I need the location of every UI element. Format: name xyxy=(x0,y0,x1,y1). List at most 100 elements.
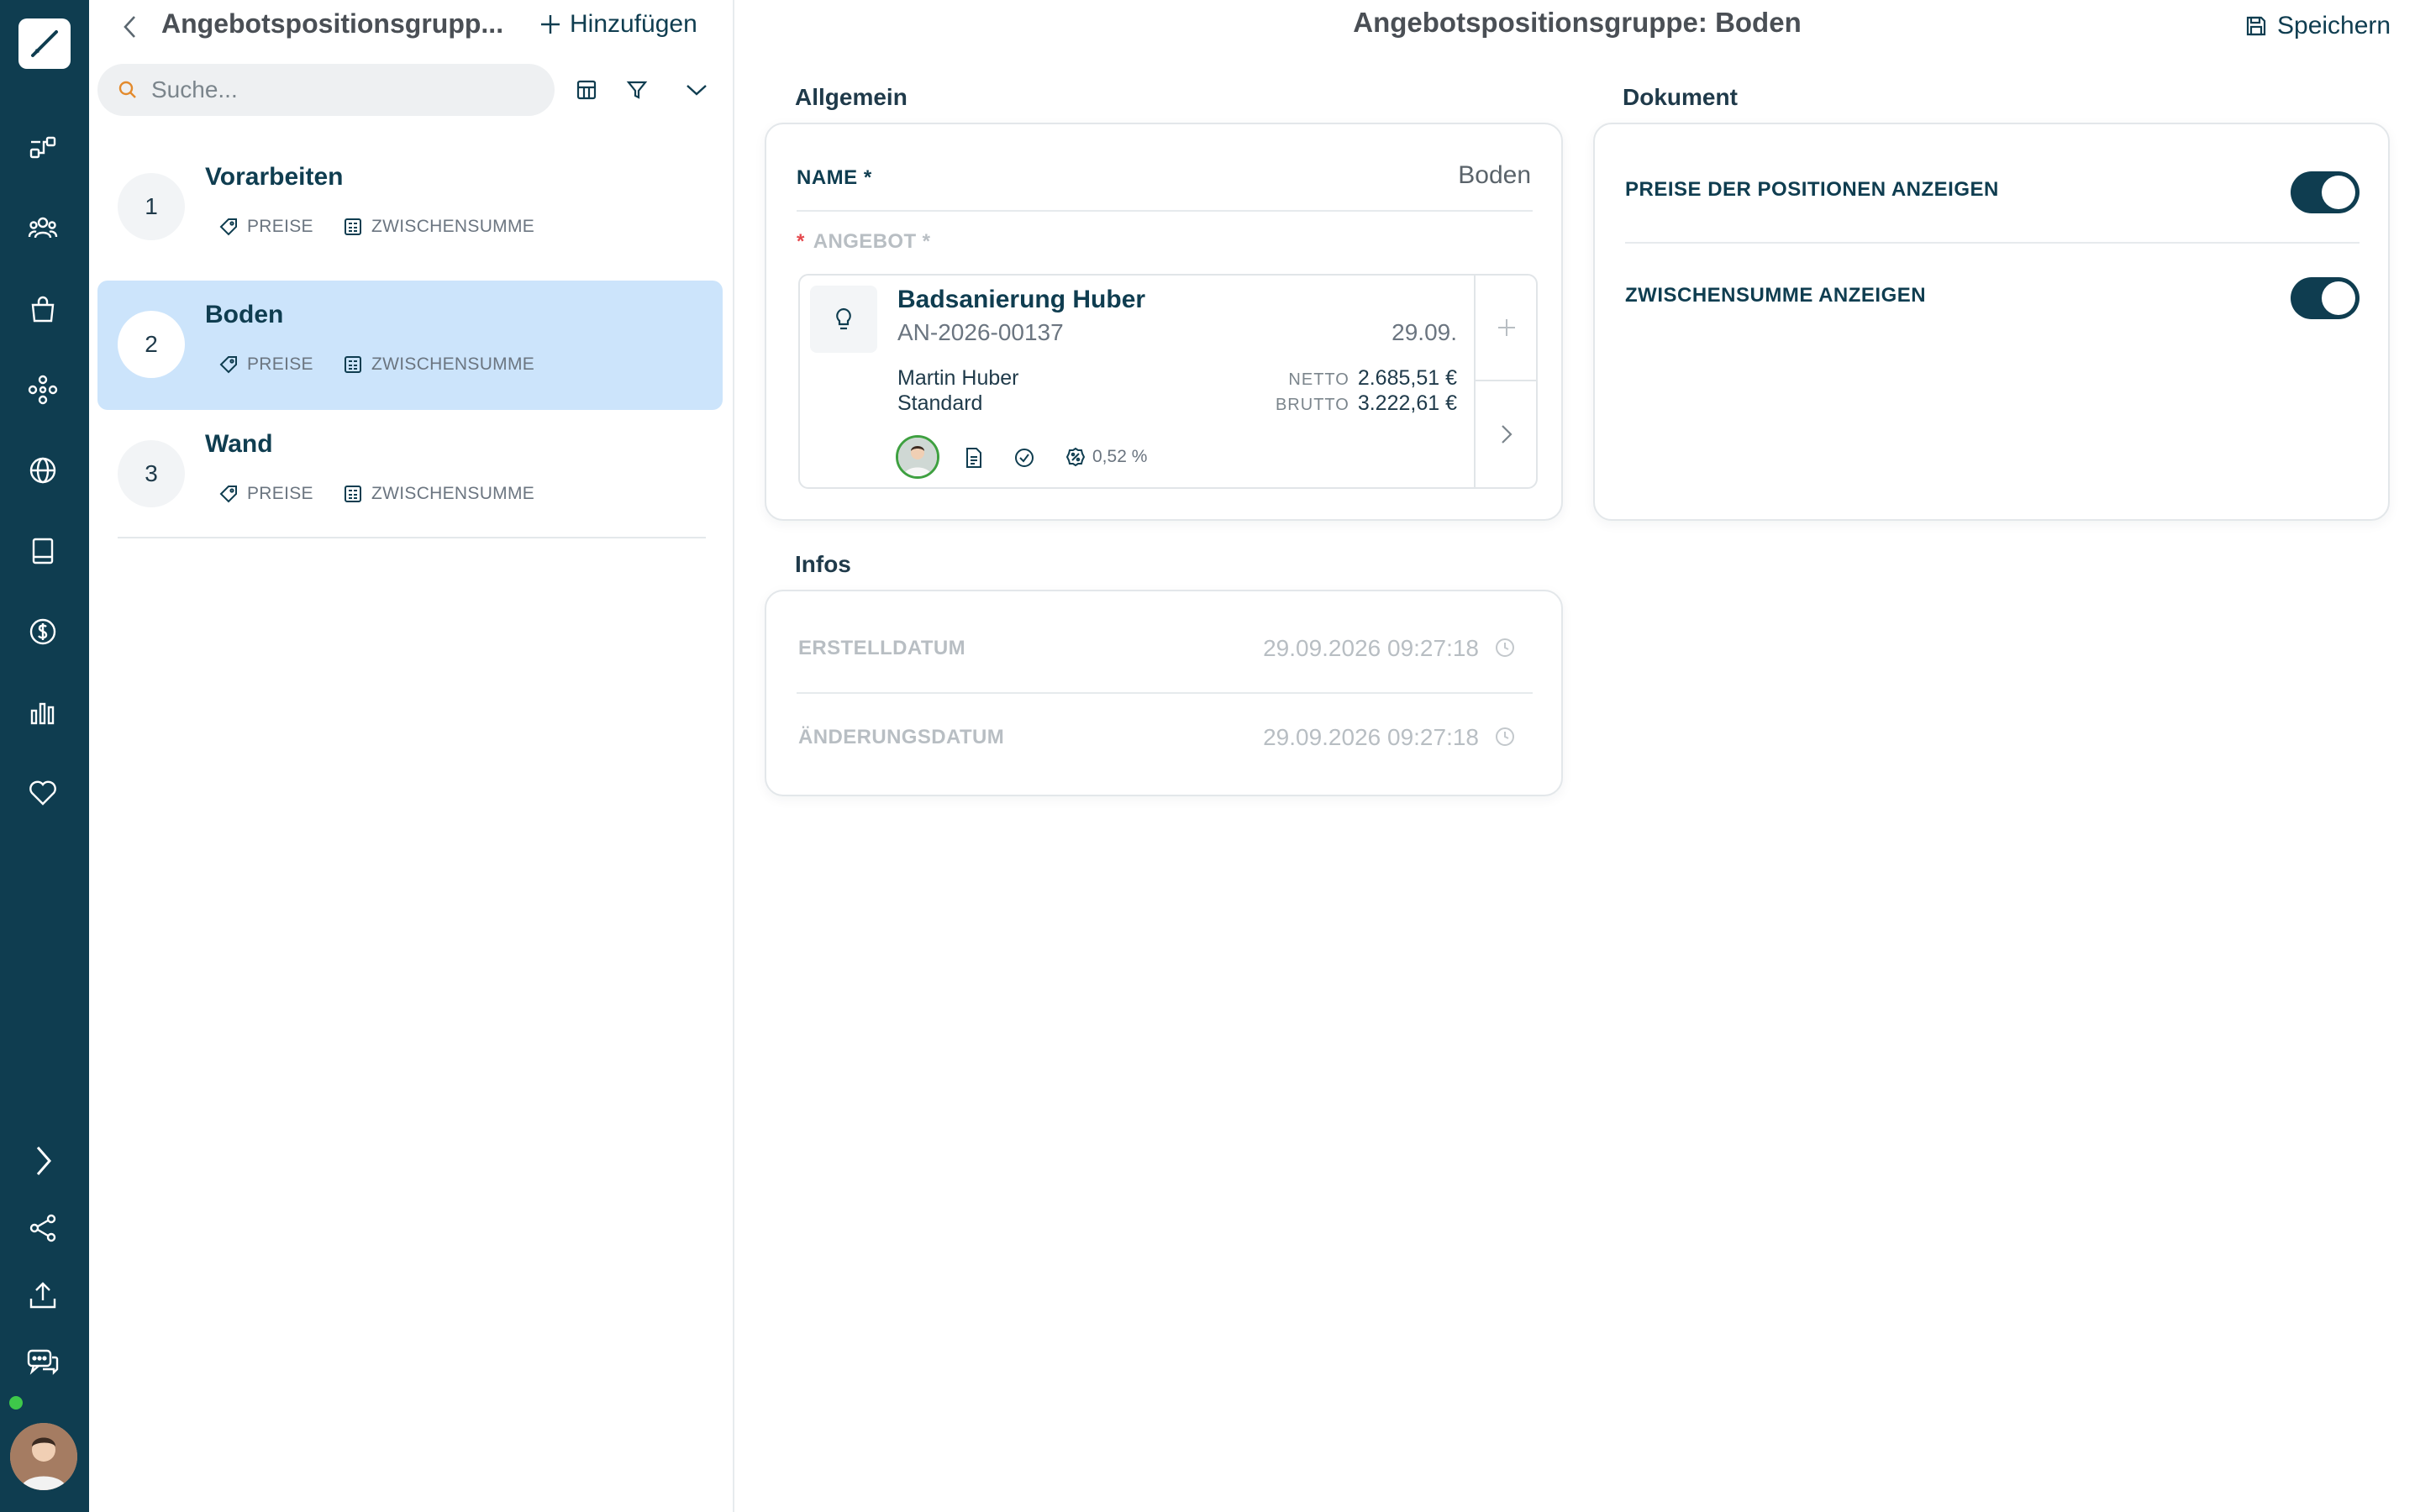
chevron-down-icon[interactable] xyxy=(679,72,714,108)
field-divider xyxy=(797,210,1533,212)
field-divider xyxy=(797,692,1533,694)
list-divider xyxy=(118,537,706,538)
general-card: NAME * Boden * ANGEBOT * Badsanierung Hu… xyxy=(765,123,1563,521)
offer-open-button[interactable] xyxy=(1477,381,1536,487)
offer-card[interactable]: Badsanierung Huber AN-2026-00137 29.09. … xyxy=(798,274,1538,489)
discount-badge: 0,52 % xyxy=(1065,447,1147,467)
organization-icon[interactable] xyxy=(21,126,65,170)
offer-number: AN-2026-00137 xyxy=(897,319,1064,345)
changed-date-label: ÄNDERUNGSDATUM xyxy=(798,726,1005,748)
search-icon xyxy=(118,81,136,98)
offer-title: Badsanierung Huber xyxy=(897,286,1146,313)
prices-tag-label: PREISE xyxy=(247,354,313,374)
list-title: Angebotspositionsgrupp... xyxy=(161,8,504,39)
table-view-icon[interactable] xyxy=(569,72,604,108)
item-number: 3 xyxy=(118,440,185,507)
section-title-document: Dokument xyxy=(1623,84,1738,110)
user-avatar[interactable] xyxy=(10,1423,77,1490)
tag-icon xyxy=(219,356,237,374)
network-icon[interactable] xyxy=(21,368,65,412)
name-field-value[interactable]: Boden xyxy=(1458,161,1531,190)
chat-icon[interactable] xyxy=(21,1341,65,1384)
item-name: Wand xyxy=(205,430,273,458)
discount-percent: 0,52 % xyxy=(1092,447,1148,466)
offer-actions-divider xyxy=(1474,276,1476,487)
share-icon[interactable] xyxy=(21,1206,65,1250)
clock-icon xyxy=(1494,637,1516,659)
document-card: PREISE DER POSITIONEN ANZEIGEN ZWISCHENS… xyxy=(1593,123,2390,521)
document-icon xyxy=(965,447,983,469)
list-item[interactable]: 2 Boden PREISE ZWISCHENSUMME xyxy=(97,281,723,410)
shopping-bag-icon[interactable] xyxy=(21,287,65,331)
plus-icon xyxy=(541,15,560,34)
page-title: Angebotspositionsgruppe: Boden xyxy=(1353,7,1802,38)
add-button-label: Hinzufügen xyxy=(570,10,697,38)
logo-icon[interactable] xyxy=(18,18,71,69)
field-divider xyxy=(1625,242,2360,244)
show-prices-label: PREISE DER POSITIONEN ANZEIGEN xyxy=(1625,178,1999,201)
users-icon[interactable] xyxy=(21,207,65,250)
chevron-right-icon xyxy=(1502,425,1512,444)
section-title-general: Allgemein xyxy=(795,84,908,110)
subtotal-tag-label: ZWISCHENSUMME xyxy=(371,354,535,374)
chevron-right-icon[interactable] xyxy=(21,1139,65,1183)
app-sidebar xyxy=(0,0,89,1512)
show-subtotal-toggle[interactable] xyxy=(2291,277,2360,319)
brutto-label: BRUTTO xyxy=(1275,396,1349,414)
show-prices-toggle[interactable] xyxy=(2291,171,2360,213)
required-mark: * xyxy=(797,230,805,253)
check-circle-icon xyxy=(1013,447,1035,469)
show-subtotal-label: ZWISCHENSUMME ANZEIGEN xyxy=(1625,284,1927,307)
brutto-value: 3.222,61 € xyxy=(1357,391,1457,415)
created-date-value: 29.09.2026 09:27:18 xyxy=(1263,635,1479,661)
bar-chart-icon[interactable] xyxy=(21,690,65,734)
list-item[interactable]: 1 Vorarbeiten PREISE ZWISCHENSUMME xyxy=(97,143,723,272)
offer-brutto: BRUTTO 3.222,61 € xyxy=(1276,391,1457,416)
offer-add-button[interactable] xyxy=(1477,276,1536,380)
prices-tag-label: PREISE xyxy=(247,484,313,503)
prices-tag: PREISE xyxy=(218,484,313,504)
globe-icon[interactable] xyxy=(21,449,65,492)
assignee-avatar[interactable] xyxy=(896,435,939,479)
subtotal-tag-label: ZWISCHENSUMME xyxy=(371,484,535,503)
item-number: 2 xyxy=(118,311,185,378)
offer-field-label-row: * ANGEBOT * xyxy=(797,230,930,254)
search-input[interactable] xyxy=(151,76,521,103)
changed-date-value: 29.09.2026 09:27:18 xyxy=(1263,724,1479,750)
save-button-label: Speichern xyxy=(2277,12,2391,39)
upload-icon[interactable] xyxy=(21,1273,65,1317)
offer-type: Standard xyxy=(897,391,983,415)
subtotal-tag: ZWISCHENSUMME xyxy=(343,217,534,237)
group-list-panel: Angebotspositionsgrupp... Hinzufügen 1 V… xyxy=(89,0,734,1512)
subtotal-tag-label: ZWISCHENSUMME xyxy=(371,217,535,236)
toggle-knob xyxy=(2322,281,2355,315)
tag-icon xyxy=(219,218,237,236)
calculator-icon xyxy=(345,218,361,235)
infos-card: ERSTELLDATUM 29.09.2026 09:27:18 ÄNDERUN… xyxy=(765,590,1563,796)
dollar-icon[interactable] xyxy=(21,610,65,654)
floppy-disk-icon xyxy=(2246,16,2266,36)
tag-icon xyxy=(219,486,237,503)
name-field-label: NAME * xyxy=(797,166,872,189)
prices-tag: PREISE xyxy=(218,217,313,237)
prices-tag: PREISE xyxy=(218,354,313,375)
book-icon[interactable] xyxy=(21,529,65,573)
save-button[interactable]: Speichern xyxy=(2245,12,2391,40)
calculator-icon xyxy=(345,486,361,502)
offer-netto: NETTO 2.685,51 € xyxy=(1288,366,1457,391)
netto-label: NETTO xyxy=(1288,370,1349,389)
list-item[interactable]: 3 Wand PREISE ZWISCHENSUMME xyxy=(97,410,723,539)
filter-icon[interactable] xyxy=(619,72,655,108)
calculator-icon xyxy=(345,356,361,373)
add-button[interactable]: Hinzufügen xyxy=(539,10,697,39)
subtotal-tag: ZWISCHENSUMME xyxy=(343,354,534,375)
offer-field-label: ANGEBOT * xyxy=(813,230,931,253)
back-button[interactable] xyxy=(113,12,146,42)
heart-icon[interactable] xyxy=(21,771,65,815)
subtotal-tag: ZWISCHENSUMME xyxy=(343,484,534,504)
toggle-knob xyxy=(2322,176,2355,209)
netto-value: 2.685,51 € xyxy=(1357,366,1457,390)
search-field[interactable] xyxy=(97,64,555,116)
section-title-infos: Infos xyxy=(795,551,851,577)
created-date-label: ERSTELLDATUM xyxy=(798,637,966,659)
